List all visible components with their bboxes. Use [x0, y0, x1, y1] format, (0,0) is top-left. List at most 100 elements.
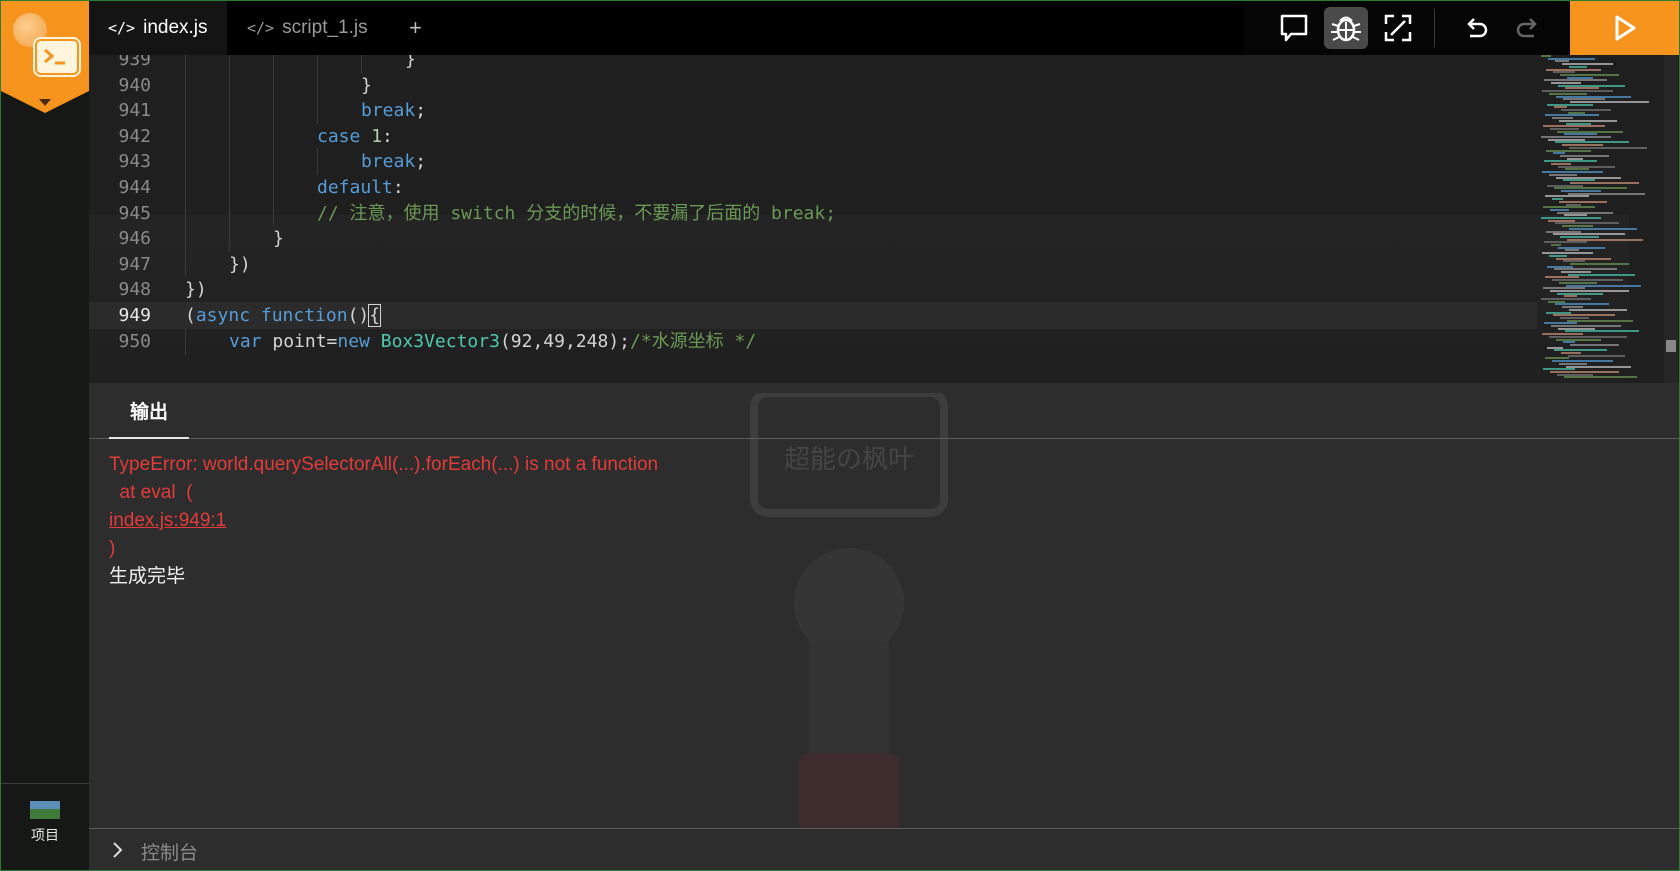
- console-bar[interactable]: 控制台: [89, 828, 1679, 870]
- minimap-line: [1557, 211, 1613, 214]
- tab-output[interactable]: 输出: [109, 383, 189, 439]
- scroll-thumb[interactable]: [1666, 340, 1676, 352]
- output-panel: 超能の枫叶 输出 TypeError: world.querySelectorA…: [89, 383, 1679, 833]
- comment-icon[interactable]: [1272, 7, 1316, 49]
- code-editor[interactable]: 939} 940} 941 break; 942 case 1: 943 break; 944 d…: [89, 55, 1679, 383]
- code-text: (async function(){: [185, 304, 382, 327]
- undo-icon[interactable]: [1454, 7, 1498, 49]
- minimap-line: [1567, 319, 1633, 322]
- minimap-line: [1567, 238, 1643, 241]
- code-text: }): [185, 279, 207, 301]
- minimap-line: [1556, 338, 1601, 341]
- expand-icon[interactable]: [1376, 7, 1420, 49]
- caret-down-icon[interactable]: [39, 99, 51, 106]
- line-number: 945: [118, 202, 151, 224]
- left-sidebar: 项目: [1, 1, 90, 869]
- minimap-line: [1568, 111, 1585, 114]
- minimap-line: [1554, 349, 1607, 352]
- code-line[interactable]: 942 case 1:: [89, 122, 1537, 150]
- code-text: // 注意，使用 switch 分支的时候，不要漏了后面的 break;: [317, 202, 837, 224]
- indent-guide: [229, 174, 230, 201]
- minimap-line: [1549, 92, 1587, 95]
- minimap-line: [1541, 298, 1591, 300]
- code-line[interactable]: 945 // 注意，使用 switch 分支的时候，不要漏了后面的 break;: [89, 199, 1537, 227]
- indent-guide: [229, 199, 230, 227]
- minimap-line: [1555, 222, 1619, 225]
- line-number: 939: [118, 55, 151, 70]
- indent-guide: [317, 148, 318, 176]
- code-line[interactable]: 939}: [89, 55, 1537, 73]
- indent-guide: [273, 199, 274, 227]
- code-line[interactable]: 946}: [89, 225, 1537, 253]
- code-line[interactable]: 940}: [89, 71, 1537, 99]
- minimap-line: [1546, 68, 1601, 71]
- minimap-line: [1552, 279, 1623, 282]
- minimap-line: [1560, 316, 1589, 319]
- minimap-line: [1563, 179, 1595, 182]
- chevron-right-icon: [113, 842, 123, 858]
- minimap-line: [1562, 144, 1603, 147]
- minimap-line: [1560, 73, 1619, 76]
- sidebar-item-project[interactable]: 项目: [1, 801, 89, 845]
- logo-panel[interactable]: [1, 1, 89, 91]
- tab-index-js[interactable]: </> index.js: [89, 1, 227, 55]
- minimap-line: [1558, 327, 1595, 330]
- toolbar: [1244, 1, 1570, 55]
- minimap-line: [1556, 95, 1631, 98]
- code-line[interactable]: 941 break;: [89, 97, 1537, 125]
- code-text: }: [361, 74, 372, 96]
- minimap-line: [1547, 265, 1573, 268]
- indent-guide: [273, 71, 274, 99]
- minimap-line: [1569, 308, 1627, 311]
- code-line[interactable]: 944 default:: [89, 174, 1537, 201]
- debug-icon[interactable]: [1324, 7, 1368, 49]
- code-text: var point=new Box3Vector3(92,49,248);/*水…: [229, 330, 757, 352]
- indent-guide: [229, 71, 230, 99]
- minimap-line: [1546, 311, 1571, 314]
- minimap-line: [1559, 362, 1587, 365]
- minimap-line: [1549, 335, 1627, 338]
- error-source-link[interactable]: index.js:949:1: [109, 507, 226, 535]
- tab-label: index.js: [143, 17, 208, 38]
- add-tab-button[interactable]: +: [409, 1, 422, 55]
- minimap-line: [1545, 357, 1569, 360]
- code-text: break;: [361, 151, 427, 173]
- minimap-line: [1568, 273, 1635, 276]
- tab-label: script_1.js: [282, 17, 368, 38]
- error-message: TypeError: world.querySelectorAll(...).f…: [109, 454, 659, 475]
- sidebar-item-label: 项目: [31, 827, 59, 843]
- minimap-line: [1541, 55, 1551, 57]
- indent-guide: [185, 71, 186, 99]
- redo-icon[interactable]: [1506, 7, 1550, 49]
- code-line[interactable]: 949 (async function(){: [89, 302, 1537, 329]
- code-line[interactable]: 943 break;: [89, 148, 1537, 176]
- minimap[interactable]: [1537, 55, 1677, 383]
- minimap-line: [1556, 176, 1621, 179]
- line-number: 947: [118, 253, 151, 275]
- code-text: }: [273, 228, 284, 250]
- code-line[interactable]: 948}): [89, 276, 1537, 303]
- minimap-line: [1569, 146, 1647, 149]
- code-text: case 1:: [317, 125, 393, 147]
- minimap-line: [1558, 246, 1605, 249]
- indent-guide: [273, 122, 274, 150]
- code-line[interactable]: 950 var point=new Box3Vector3(92,49,248);…: [89, 327, 1537, 355]
- minimap-line: [1562, 225, 1593, 228]
- minimap-line: [1555, 60, 1569, 63]
- minimap-line: [1548, 300, 1565, 303]
- tab-script-1-js[interactable]: </> script_1.js: [247, 1, 368, 55]
- code-line[interactable]: 947}): [89, 250, 1537, 278]
- minimap-line: [1545, 114, 1599, 117]
- editor-scrollbar[interactable]: [1664, 55, 1678, 383]
- minimap-line: [1559, 200, 1607, 203]
- minimap-line: [1568, 354, 1625, 357]
- minimap-line: [1544, 79, 1607, 82]
- play-icon: [1615, 15, 1635, 41]
- minimap-line: [1563, 341, 1575, 344]
- minimap-line: [1551, 82, 1581, 84]
- minimap-line: [1544, 322, 1577, 325]
- line-number: 949: [118, 305, 151, 326]
- minimap-line: [1561, 352, 1581, 354]
- output-tabs: 输出: [89, 383, 1679, 439]
- run-button[interactable]: [1570, 1, 1679, 55]
